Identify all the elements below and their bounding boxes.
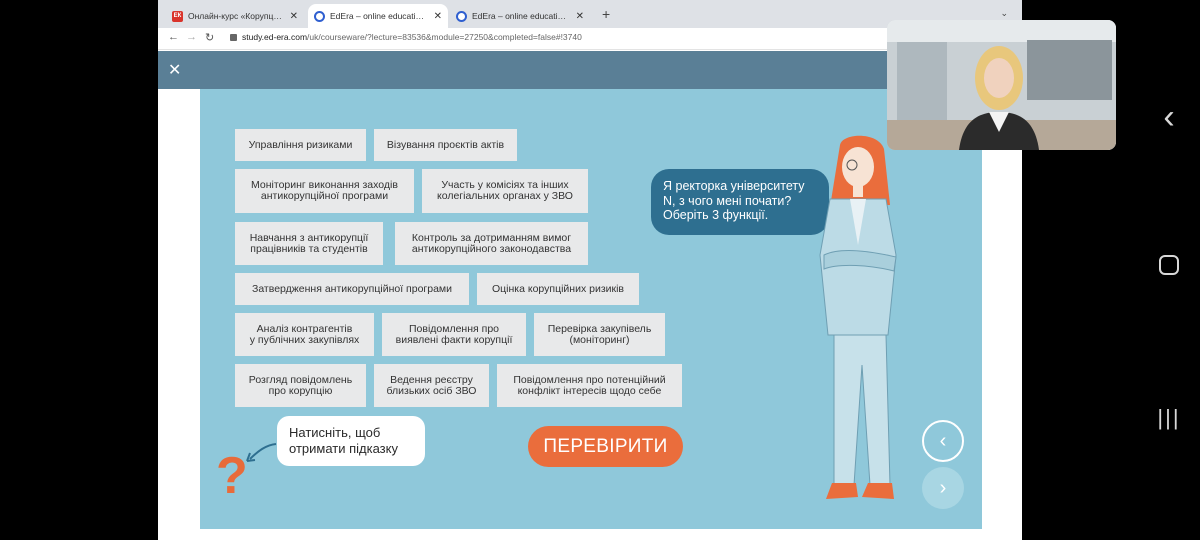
- android-home-button[interactable]: [1138, 255, 1200, 280]
- tab-label: EdEra – online education studio: [330, 11, 428, 21]
- home-square-icon: [1159, 255, 1179, 275]
- back-arrow-icon[interactable]: ←: [168, 31, 179, 43]
- previous-slide-button[interactable]: ‹: [922, 420, 964, 462]
- hint-button[interactable]: Натисніть, щоб отримати підказку: [277, 416, 425, 466]
- android-navigation-bar: ‹ |||: [1138, 0, 1200, 540]
- device-screen: ЕК Онлайн-курс «Корупція-off» ✕ EdEra – …: [0, 0, 1200, 540]
- check-button[interactable]: ПЕРЕВІРИТИ: [528, 426, 683, 467]
- function-card[interactable]: Затвердження антикорупційної програми: [235, 273, 469, 305]
- question-mark-icon[interactable]: ?: [216, 446, 248, 506]
- forward-arrow-icon[interactable]: →: [186, 31, 197, 43]
- tab-korupciya-off[interactable]: ЕК Онлайн-курс «Корупція-off» ✕: [166, 4, 304, 28]
- course-body: Управління ризиками Візування проєктів а…: [158, 89, 1022, 540]
- edera-favicon-icon: [456, 10, 467, 22]
- function-card[interactable]: Навчання з антикорупції працівників та с…: [235, 222, 383, 265]
- rector-character-illustration: [819, 135, 897, 499]
- function-card[interactable]: Розгляд повідомлень про корупцію: [235, 364, 366, 407]
- function-card[interactable]: Контроль за дотриманням вимог антикорупц…: [395, 222, 588, 265]
- tab-close-icon[interactable]: ✕: [290, 11, 298, 22]
- tab-label: Онлайн-курс «Корупція-off»: [188, 11, 284, 21]
- url-path: /uk/courseware/?lecture=83536&module=272…: [307, 32, 582, 42]
- function-card[interactable]: Моніторинг виконання заходів антикорупці…: [235, 169, 414, 213]
- function-card[interactable]: Повідомлення про виявлені факти корупції: [382, 313, 526, 356]
- android-recents-button[interactable]: |||: [1138, 405, 1200, 431]
- function-card[interactable]: Участь у комісіях та інших колегіальних …: [422, 169, 588, 213]
- function-card[interactable]: Оцінка корупційних ризиків: [477, 273, 639, 305]
- tab-search-chevron-icon[interactable]: ⌄: [1000, 8, 1008, 19]
- function-card[interactable]: Перевірка закупівель (моніторинг): [534, 313, 665, 356]
- close-icon[interactable]: ✕: [168, 60, 181, 80]
- next-slide-button[interactable]: ›: [922, 467, 964, 509]
- android-back-button[interactable]: ‹: [1138, 98, 1200, 137]
- hint-arrow-icon: [246, 443, 277, 462]
- tab-close-icon[interactable]: ✕: [576, 11, 584, 22]
- video-call-overlay[interactable]: [887, 20, 1116, 150]
- url-field[interactable]: study.ed-era.com/uk/courseware/?lecture=…: [230, 32, 582, 42]
- url-host: study.ed-era.com: [242, 32, 308, 42]
- tab-edera-active[interactable]: EdEra – online education studio ✕: [308, 4, 448, 28]
- interactive-slide: Управління ризиками Візування проєктів а…: [200, 89, 982, 529]
- function-card[interactable]: Управління ризиками: [235, 129, 366, 161]
- reload-icon[interactable]: ↻: [205, 31, 214, 44]
- function-card[interactable]: Аналіз контрагентів у публічних закупівл…: [235, 313, 374, 356]
- function-card[interactable]: Повідомлення про потенційний конфлікт ін…: [497, 364, 682, 407]
- presenter-video-feed: [887, 20, 1116, 150]
- tab-edera[interactable]: EdEra – online education studio ✕: [450, 4, 590, 28]
- lock-icon: [230, 34, 237, 42]
- new-tab-button[interactable]: +: [602, 6, 610, 22]
- ek-favicon-icon: ЕК: [172, 10, 183, 22]
- edera-favicon-icon: [314, 10, 325, 22]
- tab-label: EdEra – online education studio: [472, 11, 570, 21]
- function-card[interactable]: Візування проєктів актів: [374, 129, 517, 161]
- tab-close-icon[interactable]: ✕: [434, 11, 442, 22]
- function-card[interactable]: Ведення реєстру близьких осіб ЗВО: [374, 364, 489, 407]
